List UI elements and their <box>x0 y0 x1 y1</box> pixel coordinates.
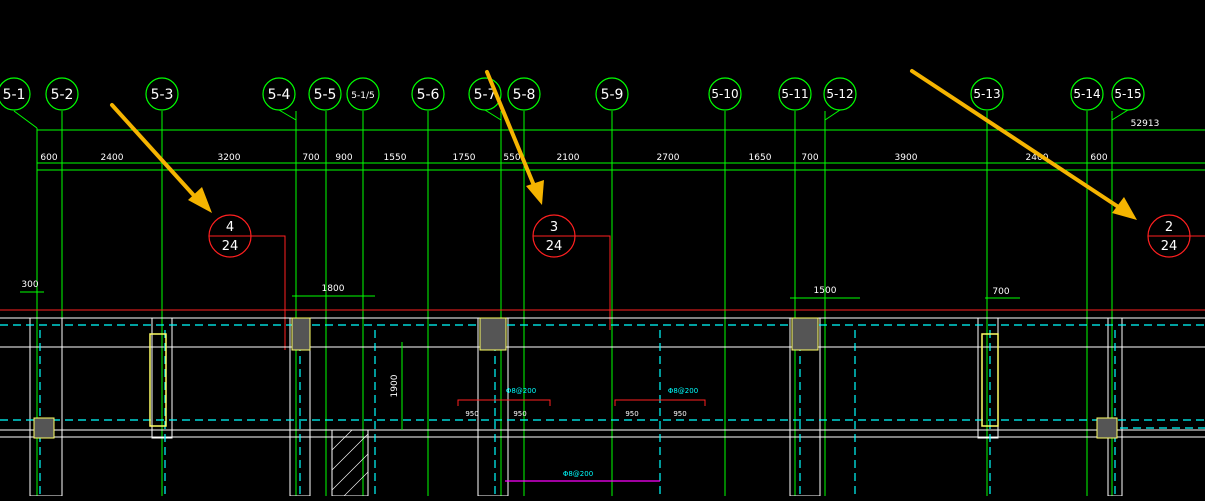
svg-text:5-8: 5-8 <box>513 87 536 103</box>
rebar-label-3: Φ8@200 <box>563 470 593 478</box>
axis-bubble-5-11[interactable]: 5-11 <box>778 77 812 111</box>
sub-dim-1: 950 <box>465 410 478 418</box>
span-5-7-5-8: 550 <box>503 153 520 163</box>
walls <box>0 317 1205 497</box>
svg-text:5-10: 5-10 <box>711 87 738 101</box>
axis-bubble-5-4[interactable]: 5-4 <box>262 77 296 111</box>
svg-text:2: 2 <box>1165 220 1173 235</box>
rebar-label-2: Φ8@200 <box>668 387 698 395</box>
cad-drawing[interactable]: 5-1 5-2 5-3 5-4 5-5 5-1/5 5-6 5-7 5-8 5-… <box>0 0 1205 497</box>
svg-text:5-5: 5-5 <box>314 87 337 103</box>
sub-dim-2: 950 <box>513 410 526 418</box>
svg-text:5-14: 5-14 <box>1073 87 1100 101</box>
svg-text:5-3: 5-3 <box>151 87 174 103</box>
svg-text:5-2: 5-2 <box>51 87 74 103</box>
axis-bubble-5-14[interactable]: 5-14 <box>1070 77 1104 111</box>
span-5-2-5-3: 2400 <box>101 153 124 163</box>
dashed-lines <box>0 324 1205 496</box>
axis-bubbles: 5-1 5-2 5-3 5-4 5-5 5-1/5 5-6 5-7 5-8 5-… <box>0 77 1145 121</box>
dim-1900: 1900 <box>390 374 400 397</box>
drawing-svg: 5-1 5-2 5-3 5-4 5-5 5-1/5 5-6 5-7 5-8 5-… <box>0 69 1205 497</box>
axis-bubble-5-1[interactable]: 5-1 <box>0 77 31 111</box>
axis-bubble-5-12[interactable]: 5-12 <box>823 77 857 111</box>
svg-text:5-6: 5-6 <box>417 87 440 103</box>
dim-300: 300 <box>21 280 38 290</box>
span-5-1-5-5-6: 1550 <box>384 153 407 163</box>
svg-text:4: 4 <box>226 220 234 235</box>
axis-bubble-5-2[interactable]: 5-2 <box>45 77 79 111</box>
svg-text:5-1/5: 5-1/5 <box>351 91 374 101</box>
axis-bubble-5-9[interactable]: 5-9 <box>595 77 629 111</box>
dim-1800: 1800 <box>322 284 345 294</box>
span-5-6-5-7: 1750 <box>453 153 476 163</box>
svg-text:3: 3 <box>550 220 558 235</box>
span-5-14-5-15: 600 <box>1090 153 1107 163</box>
section-ref-2[interactable]: 2 24 <box>1147 214 1191 258</box>
axis-bubble-5-8[interactable]: 5-8 <box>507 77 541 111</box>
svg-text:24: 24 <box>1161 239 1178 254</box>
svg-text:24: 24 <box>222 239 239 254</box>
span-5-4-5-5: 700 <box>302 153 319 163</box>
dim-700: 700 <box>992 287 1009 297</box>
svg-text:5-1: 5-1 <box>3 87 26 103</box>
svg-text:5-13: 5-13 <box>973 87 1000 101</box>
section-ref-3[interactable]: 3 24 <box>532 214 576 258</box>
span-5-5-5-1-5: 900 <box>335 153 352 163</box>
svg-text:5-11: 5-11 <box>781 87 808 101</box>
span-5-1-5-2: 600 <box>40 153 57 163</box>
svg-text:5-9: 5-9 <box>601 87 624 103</box>
span-5-9-5-10: 2700 <box>657 153 680 163</box>
sub-dim-4: 950 <box>673 410 686 418</box>
svg-text:5-4: 5-4 <box>268 87 291 103</box>
span-5-3-5-4: 3200 <box>218 153 241 163</box>
svg-text:5-15: 5-15 <box>1114 87 1141 101</box>
svg-text:24: 24 <box>546 239 563 254</box>
dim-1500: 1500 <box>814 286 837 296</box>
axis-bubble-5-5[interactable]: 5-5 <box>308 77 342 111</box>
rebar-label-1: Φ8@200 <box>506 387 536 395</box>
axis-bubble-5-1-5[interactable]: 5-1/5 <box>346 77 380 111</box>
span-5-8-5-9: 2100 <box>557 153 580 163</box>
sub-dim-3: 950 <box>625 410 638 418</box>
svg-text:5-12: 5-12 <box>826 87 853 101</box>
grid-leader-5-1 <box>13 110 38 129</box>
section-ref-4[interactable]: 4 24 <box>208 214 252 258</box>
axis-bubble-5-6[interactable]: 5-6 <box>411 77 445 111</box>
axis-bubble-5-10[interactable]: 5-10 <box>708 77 742 111</box>
axis-bubble-5-13[interactable]: 5-13 <box>970 77 1004 111</box>
section-cut-line <box>0 235 1205 350</box>
grid-lines <box>13 110 1113 496</box>
axis-bubble-5-15[interactable]: 5-15 <box>1111 77 1145 111</box>
span-5-10-5-11: 1650 <box>749 153 772 163</box>
axis-bubble-5-3[interactable]: 5-3 <box>145 77 179 111</box>
total-dimension: 52913 <box>1131 119 1160 129</box>
span-5-11-5-12: 700 <box>801 153 818 163</box>
span-5-12-5-13: 3900 <box>895 153 918 163</box>
